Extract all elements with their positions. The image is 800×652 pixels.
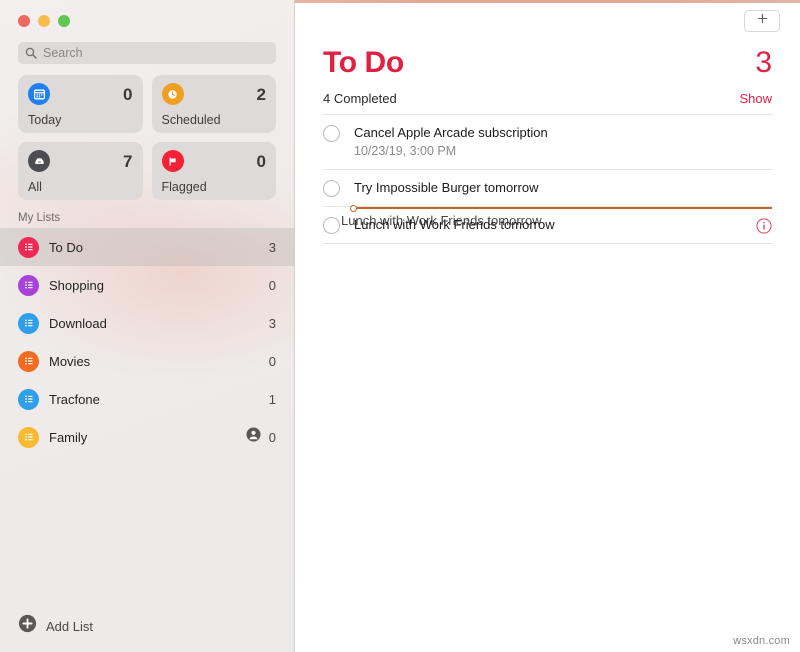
completed-count-label: 4 Completed bbox=[323, 90, 397, 106]
reminder-list: Cancel Apple Arcade subscription 10/23/1… bbox=[295, 115, 800, 652]
sidebar-item-family-right: 0 bbox=[246, 427, 276, 447]
reminder-checkbox[interactable] bbox=[323, 217, 340, 235]
tray-icon bbox=[28, 150, 50, 172]
smart-list-flagged[interactable]: 0 Flagged bbox=[151, 142, 276, 200]
sidebar-item-tracfone-count: 1 bbox=[268, 391, 276, 407]
search-icon bbox=[25, 47, 37, 59]
sidebar-item-tracfone-label: Tracfone bbox=[49, 391, 100, 407]
content-toolbar bbox=[295, 0, 800, 42]
reminder-title[interactable]: Cancel Apple Arcade subscription bbox=[354, 124, 772, 142]
smart-list-flagged-count: 0 bbox=[256, 151, 266, 171]
page-title: To Do bbox=[323, 46, 404, 79]
sidebar-item-shopping-right: 0 bbox=[268, 279, 276, 292]
search-input[interactable]: Search bbox=[18, 42, 276, 64]
sidebar-item-download[interactable]: Download 3 bbox=[0, 304, 294, 342]
smart-list-scheduled[interactable]: 2 Scheduled bbox=[151, 75, 276, 133]
sidebar: Search 0 Today 2 Scheduled 7 All 0 Flagg… bbox=[0, 0, 295, 652]
sidebar-item-to-do-label: To Do bbox=[49, 239, 83, 255]
smart-list-all-count: 7 bbox=[123, 151, 133, 171]
sidebar-item-to-do-right: 3 bbox=[268, 241, 276, 254]
sidebar-item-family-label: Family bbox=[49, 429, 88, 445]
smart-list-all[interactable]: 7 All bbox=[18, 142, 143, 200]
list-bullets-icon bbox=[18, 274, 39, 296]
plus-circle-icon bbox=[18, 614, 37, 638]
minimize-button[interactable] bbox=[38, 15, 50, 27]
smart-list-all-top: 7 bbox=[28, 150, 133, 172]
smart-list-today-top: 0 bbox=[28, 83, 133, 105]
smart-list-scheduled-count: 2 bbox=[256, 84, 266, 104]
list-header-row: To Do 3 bbox=[323, 46, 772, 81]
reminder-checkbox[interactable] bbox=[323, 124, 340, 142]
sidebar-item-to-do[interactable]: To Do 3 bbox=[0, 228, 294, 266]
reminders-window: Search 0 Today 2 Scheduled 7 All 0 Flagg… bbox=[0, 0, 800, 652]
smart-list-all-label: All bbox=[28, 179, 42, 194]
reminder-body: Cancel Apple Arcade subscription 10/23/1… bbox=[354, 124, 772, 161]
shared-person-icon bbox=[246, 427, 261, 447]
reminder-info-icon[interactable] bbox=[755, 217, 772, 234]
sidebar-item-tracfone-right: 1 bbox=[268, 393, 276, 406]
add-reminder-button[interactable] bbox=[744, 10, 780, 32]
sidebar-item-movies-label: Movies bbox=[49, 353, 91, 369]
reminder-row[interactable]: Cancel Apple Arcade subscription 10/23/1… bbox=[323, 115, 772, 171]
my-lists-section-header: My Lists bbox=[18, 212, 61, 224]
drag-drop-indicator bbox=[350, 204, 772, 212]
user-list-rows: To Do 3 Shopping 0 Download 3 Movies 0 T… bbox=[0, 228, 294, 600]
list-bullets-icon bbox=[18, 236, 39, 258]
list-bullets-icon bbox=[18, 388, 39, 410]
sidebar-item-to-do-count: 3 bbox=[268, 239, 276, 255]
accent-top-strip bbox=[295, 0, 800, 3]
list-header: To Do 3 4 Completed Show bbox=[295, 42, 800, 115]
search-placeholder: Search bbox=[43, 45, 83, 60]
clock-icon bbox=[161, 83, 184, 105]
sidebar-item-tracfone[interactable]: Tracfone 1 bbox=[0, 380, 294, 418]
smart-list-today[interactable]: 0 Today bbox=[18, 75, 143, 133]
sidebar-item-download-right: 3 bbox=[268, 317, 276, 330]
sidebar-item-download-count: 3 bbox=[268, 315, 276, 331]
smart-list-grid: 0 Today 2 Scheduled 7 All 0 Flagged bbox=[0, 64, 294, 200]
add-list-button[interactable]: Add List bbox=[0, 600, 294, 652]
zoom-button[interactable] bbox=[58, 15, 70, 27]
completed-row: 4 Completed Show bbox=[323, 92, 772, 115]
window-titlebar bbox=[0, 0, 294, 42]
sidebar-item-movies-count: 0 bbox=[268, 353, 276, 369]
smart-list-flagged-label: Flagged bbox=[161, 179, 207, 194]
flag-icon bbox=[161, 150, 184, 172]
watermark-text: wsxdn.com bbox=[733, 635, 790, 647]
smart-list-scheduled-label: Scheduled bbox=[161, 112, 221, 127]
close-button[interactable] bbox=[18, 15, 30, 27]
add-list-label: Add List bbox=[46, 618, 93, 634]
show-completed-link[interactable]: Show bbox=[739, 92, 772, 105]
sidebar-item-family[interactable]: Family 0 bbox=[0, 418, 294, 456]
smart-list-today-label: Today bbox=[28, 112, 62, 127]
reminder-row[interactable]: Lunch with Work Friends tomorrow bbox=[323, 204, 772, 245]
list-bullets-icon bbox=[18, 350, 39, 372]
reminder-title[interactable]: Try Impossible Burger tomorrow bbox=[354, 179, 772, 197]
sidebar-item-shopping-label: Shopping bbox=[49, 277, 104, 293]
search-container: Search bbox=[0, 42, 294, 64]
reminder-checkbox[interactable] bbox=[323, 180, 340, 198]
list-bullets-icon bbox=[18, 312, 39, 334]
reminder-body: Try Impossible Burger tomorrow bbox=[354, 179, 772, 197]
sidebar-item-download-label: Download bbox=[49, 315, 107, 331]
sidebar-item-movies-right: 0 bbox=[268, 355, 276, 368]
smart-list-scheduled-top: 2 bbox=[161, 83, 266, 105]
sidebar-item-movies[interactable]: Movies 0 bbox=[0, 342, 294, 380]
sidebar-item-shopping[interactable]: Shopping 0 bbox=[0, 266, 294, 304]
sidebar-item-shopping-count: 0 bbox=[268, 277, 276, 293]
sidebar-item-family-count: 0 bbox=[268, 429, 276, 445]
reminder-body: Lunch with Work Friends tomorrow bbox=[354, 216, 741, 234]
reminder-row[interactable]: Try Impossible Burger tomorrow bbox=[323, 170, 772, 208]
traffic-light-group bbox=[18, 15, 70, 27]
content-pane: To Do 3 4 Completed Show Cancel Apple Ar… bbox=[295, 0, 800, 652]
drag-drop-line bbox=[357, 207, 772, 210]
reminder-title[interactable]: Lunch with Work Friends tomorrow bbox=[354, 216, 741, 234]
list-bullets-icon bbox=[18, 426, 39, 448]
page-count: 3 bbox=[755, 46, 772, 79]
plus-icon bbox=[756, 12, 769, 30]
calendar-icon bbox=[28, 83, 50, 105]
smart-list-today-count: 0 bbox=[123, 84, 133, 104]
reminder-due-date: 10/23/19, 3:00 PM bbox=[354, 144, 457, 159]
smart-list-flagged-top: 0 bbox=[161, 150, 266, 172]
